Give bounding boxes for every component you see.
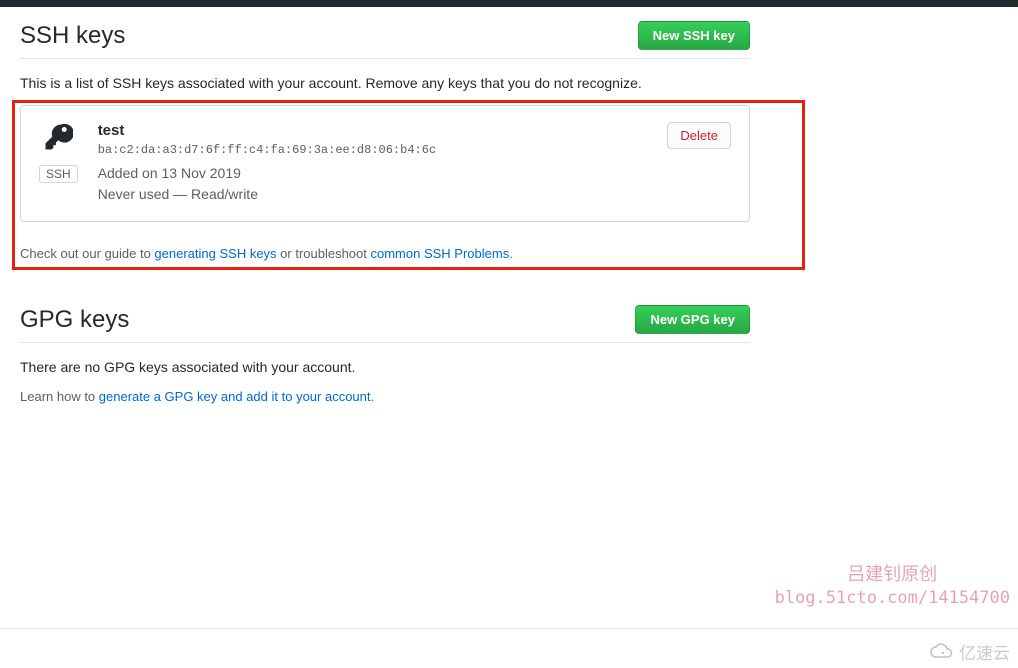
learn-suffix: . (371, 389, 375, 404)
generating-ssh-keys-link[interactable]: generating SSH keys (154, 246, 276, 261)
learn-prefix: Learn how to (20, 389, 99, 404)
gpg-learn-text: Learn how to generate a GPG key and add … (20, 389, 750, 404)
cloud-icon (929, 643, 955, 661)
key-info: test ba:c2:da:a3:d7:6f:ff:c4:fa:69:3a:ee… (98, 122, 668, 205)
ssh-description: This is a list of SSH keys associated wi… (20, 75, 750, 91)
gpg-section-header: GPG keys New GPG key (20, 305, 750, 343)
key-usage: Never used — Read/write (98, 184, 668, 205)
key-title: test (98, 122, 668, 139)
common-ssh-problems-link[interactable]: common SSH Problems (371, 246, 510, 261)
delete-button[interactable]: Delete (667, 122, 731, 149)
watermark-line2: blog.51cto.com/14154700 (775, 587, 1010, 611)
new-ssh-key-button[interactable]: New SSH key (638, 21, 750, 50)
key-icon-column: SSH (39, 122, 78, 183)
key-icon (43, 122, 73, 155)
ssh-heading: SSH keys (20, 22, 125, 50)
generate-gpg-key-link[interactable]: generate a GPG key and add it to your ac… (99, 389, 371, 404)
guide-prefix: Check out our guide to (20, 246, 154, 261)
new-gpg-key-button[interactable]: New GPG key (635, 305, 750, 334)
gpg-heading: GPG keys (20, 306, 129, 334)
ssh-key-card: SSH test ba:c2:da:a3:d7:6f:ff:c4:fa:69:3… (20, 105, 750, 222)
watermark-line1: 吕建钊原创 (775, 562, 1010, 587)
brand-text: 亿速云 (959, 639, 1010, 664)
author-watermark: 吕建钊原创 blog.51cto.com/14154700 (775, 562, 1010, 611)
footer-separator (0, 628, 1018, 629)
top-bar (0, 0, 1018, 7)
key-fingerprint: ba:c2:da:a3:d7:6f:ff:c4:fa:69:3a:ee:d8:0… (98, 143, 668, 157)
guide-mid: or troubleshoot (277, 246, 371, 261)
ssh-guide-text: Check out our guide to generating SSH ke… (20, 246, 750, 261)
gpg-description: There are no GPG keys associated with yo… (20, 359, 750, 375)
guide-suffix: . (509, 246, 513, 261)
key-added-date: Added on 13 Nov 2019 (98, 163, 668, 184)
ssh-badge: SSH (39, 165, 78, 183)
brand-watermark: 亿速云 (929, 639, 1010, 664)
ssh-section-header: SSH keys New SSH key (20, 21, 750, 59)
